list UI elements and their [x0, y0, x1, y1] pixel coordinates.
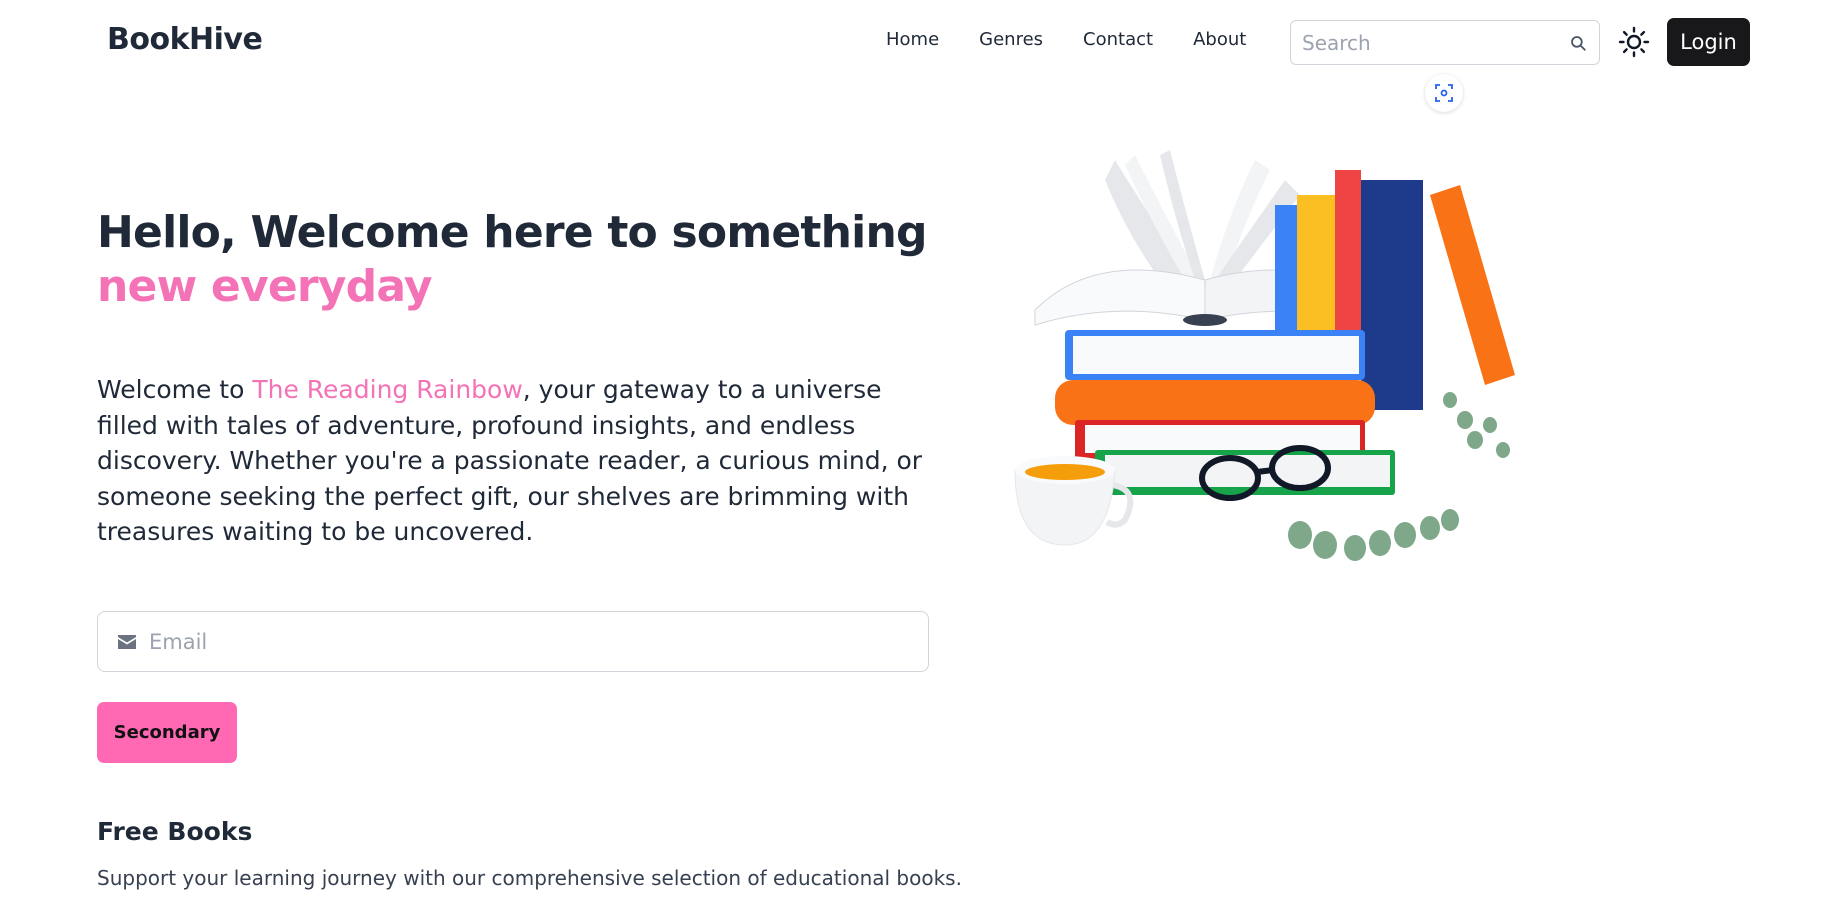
- brand-logo[interactable]: BookHive: [107, 22, 263, 57]
- search-input[interactable]: [1291, 30, 1556, 55]
- nav-link-about[interactable]: About: [1193, 29, 1246, 50]
- hero-description: Welcome to The Reading Rainbow, your gat…: [97, 372, 937, 550]
- hero-desc-highlight: The Reading Rainbow: [252, 375, 523, 404]
- books-illustration: [1014, 150, 1515, 561]
- envelope-icon: [118, 635, 136, 649]
- search-box: [1290, 20, 1600, 65]
- nav-link-genres[interactable]: Genres: [979, 29, 1043, 50]
- search-icon[interactable]: [1569, 34, 1587, 52]
- free-books-title: Free Books: [97, 817, 253, 846]
- secondary-button[interactable]: Secondary: [97, 702, 237, 763]
- sun-icon[interactable]: [1618, 26, 1650, 58]
- free-books-description: Support your learning journey with our c…: [97, 866, 962, 890]
- hero-title: Hello, Welcome here to something new eve…: [97, 206, 977, 314]
- nav-link-contact[interactable]: Contact: [1083, 29, 1153, 50]
- email-field-wrapper: [97, 611, 929, 672]
- email-field[interactable]: [98, 629, 928, 654]
- book-navy: [1361, 180, 1423, 410]
- tea-cup: [1014, 456, 1134, 546]
- navbar: BookHive Home Genres Contact About Login: [0, 0, 1838, 112]
- hero-title-line: Hello, Welcome here to something: [97, 207, 927, 258]
- hero-desc-prefix: Welcome to: [97, 375, 253, 404]
- scan-icon[interactable]: [1425, 74, 1463, 112]
- hero-title-accent: new everyday: [97, 261, 433, 312]
- nav-link-home[interactable]: Home: [886, 29, 939, 50]
- book-orange-leaning: [1430, 185, 1515, 385]
- book-stack-orange: [1055, 380, 1375, 425]
- nav-links: Home Genres Contact About: [886, 29, 1286, 50]
- login-button[interactable]: Login: [1667, 18, 1750, 66]
